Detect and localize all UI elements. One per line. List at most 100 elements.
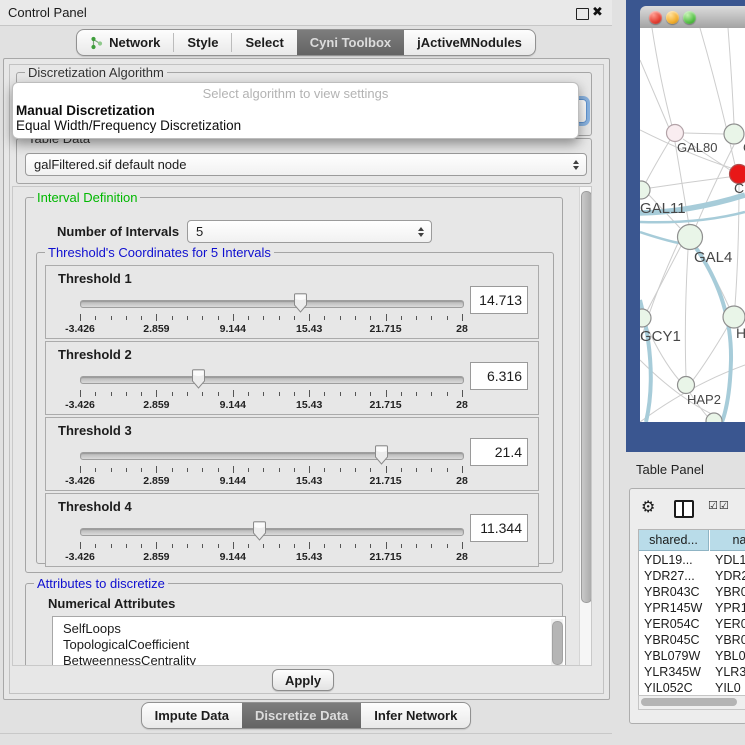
slider-tick [218, 316, 219, 320]
table-cell[interactable]: YDR2 [710, 568, 745, 584]
attributes-title: Attributes to discretize [34, 576, 168, 591]
network-edge[interactable] [684, 133, 724, 134]
network-canvas[interactable]: GAL80GACGAL11GAL4GCY1HHAP2 [640, 28, 745, 422]
table-cell[interactable]: YDL19... [639, 552, 709, 568]
attribute-item[interactable]: BetweennessCentrality [63, 653, 196, 666]
attribute-item[interactable]: TopologicalCoefficient [63, 637, 189, 652]
mac-zoom-button[interactable] [683, 11, 696, 24]
table-cell[interactable]: YBR045C [639, 632, 709, 648]
network-edge[interactable] [728, 28, 734, 124]
threshold-value-field[interactable]: 14.713 [470, 286, 528, 314]
table-column-header[interactable]: shared... [639, 530, 709, 551]
slider-tick [462, 466, 463, 473]
settings-scroll-area: Interval Definition Number of Intervals … [12, 186, 592, 666]
table-cell[interactable]: YLR3 [710, 664, 745, 680]
slider-handle[interactable] [374, 445, 389, 470]
slider-tick [126, 468, 127, 472]
tab-network[interactable]: Network [77, 30, 173, 55]
network-edge[interactable] [646, 140, 670, 182]
tab-style[interactable]: Style [174, 30, 231, 55]
table-cell[interactable]: YBL0 [710, 648, 745, 664]
threshold-value-field[interactable]: 11.344 [470, 514, 528, 542]
network-node-gal4[interactable] [678, 225, 703, 250]
attribute-item[interactable]: SelfLoops [63, 621, 121, 636]
table-cell[interactable]: YDL1 [710, 552, 745, 568]
slider-handle[interactable] [191, 369, 206, 394]
close-icon[interactable]: ✖ [592, 4, 603, 20]
settings-vertical-scrollbar[interactable] [579, 187, 592, 666]
table-cell[interactable]: YER054C [639, 616, 709, 632]
table-cell[interactable]: YIL052C [639, 680, 709, 696]
table-cell[interactable]: YBL079W [639, 648, 709, 664]
tab-jactivemnodules[interactable]: jActiveMNodules [404, 30, 535, 55]
network-edge[interactable] [640, 232, 679, 243]
slider-track[interactable] [80, 376, 464, 384]
network-view-window[interactable]: GAL80GACGAL11GAL4GCY1HHAP2 [626, 0, 745, 452]
table-cell[interactable]: YPR1 [710, 600, 745, 616]
float-window-icon[interactable] [576, 8, 589, 20]
slider-tick [279, 468, 280, 472]
table-column-header[interactable]: na [710, 530, 745, 551]
network-edge[interactable] [693, 326, 728, 380]
network-window-titlebar[interactable] [640, 6, 745, 29]
network-node-gal80[interactable] [667, 125, 684, 142]
threshold-slider[interactable]: -3.4262.8599.14415.4321.71528 [60, 368, 452, 414]
slider-scale-label: 15.43 [296, 551, 322, 563]
mac-close-button[interactable] [649, 11, 662, 24]
slider-scale-label: 28 [456, 475, 468, 487]
tab-discretize-data[interactable]: Discretize Data [242, 703, 361, 728]
node-table[interactable]: shared...naYDL19...YDL1YDR27...YDR2YBR04… [638, 529, 745, 696]
columns-icon[interactable] [674, 500, 694, 518]
tab-select[interactable]: Select [232, 30, 296, 55]
slider-tick [401, 544, 402, 548]
apply-button[interactable]: Apply [272, 669, 334, 691]
algorithm-option-2[interactable]: Equal Width/Frequency Discretization [16, 118, 241, 133]
threshold-slider[interactable]: -3.4262.8599.14415.4321.71528 [60, 444, 452, 490]
network-node-hap2[interactable] [678, 377, 695, 394]
network-node-gcy1[interactable] [640, 309, 651, 327]
network-edge[interactable] [735, 184, 739, 306]
slider-track[interactable] [80, 300, 464, 308]
slider-handle[interactable] [293, 293, 308, 318]
slider-tick [309, 390, 310, 397]
tab-cyni-toolbox[interactable]: Cyni Toolbox [297, 30, 404, 55]
table-data-combobox[interactable]: galFiltered.sif default node [25, 153, 587, 176]
table-cell[interactable]: YIL0 [710, 680, 745, 696]
network-node-gal11[interactable] [640, 181, 650, 199]
select-columns-icon[interactable]: ☑☑ [708, 499, 730, 512]
bottom-tab-bar: Impute DataDiscretize DataInfer Network [0, 702, 612, 729]
mac-minimize-button[interactable] [666, 11, 679, 24]
network-node-ga[interactable] [724, 124, 744, 144]
network-node[interactable] [706, 413, 722, 422]
slider-tick [431, 392, 432, 396]
attributes-list-scrollbar[interactable] [551, 619, 563, 666]
network-edge[interactable] [647, 246, 681, 311]
table-panel: ⚙ ☑☑ shared...naYDL19...YDL1YDR27...YDR2… [629, 488, 745, 724]
table-cell[interactable]: YBR0 [710, 632, 745, 648]
table-cell[interactable]: YLR345W [639, 664, 709, 680]
threshold-slider[interactable]: -3.4262.8599.14415.4321.71528 [60, 292, 452, 338]
threshold-value-field[interactable]: 21.4 [470, 438, 528, 466]
number-of-intervals-combobox[interactable]: 5 [187, 220, 432, 243]
algorithm-option-1[interactable]: Manual Discretization [16, 103, 155, 118]
slider-track[interactable] [80, 528, 464, 536]
tab-infer-network[interactable]: Infer Network [361, 703, 470, 728]
threshold-value-field[interactable]: 6.316 [470, 362, 528, 390]
table-cell[interactable]: YER0 [710, 616, 745, 632]
table-cell[interactable]: YPR145W [639, 600, 709, 616]
slider-track[interactable] [80, 452, 464, 460]
slider-tick [202, 316, 203, 320]
table-horizontal-scrollbar[interactable] [638, 695, 745, 710]
table-cell[interactable]: YBR043C [639, 584, 709, 600]
slider-tick [401, 392, 402, 396]
slider-handle[interactable] [252, 521, 267, 546]
table-cell[interactable]: YDR27... [639, 568, 709, 584]
table-cell[interactable]: YBR0 [710, 584, 745, 600]
slider-tick [111, 468, 112, 472]
tab-impute-data[interactable]: Impute Data [142, 703, 242, 728]
attributes-listbox[interactable]: SelfLoopsTopologicalCoefficientBetweenne… [52, 616, 566, 666]
network-edge[interactable] [685, 250, 688, 376]
threshold-slider[interactable]: -3.4262.8599.14415.4321.71528 [60, 520, 452, 566]
algorithm-prompt-item[interactable]: Select algorithm to view settings [13, 86, 578, 101]
gear-icon[interactable]: ⚙ [641, 497, 655, 517]
